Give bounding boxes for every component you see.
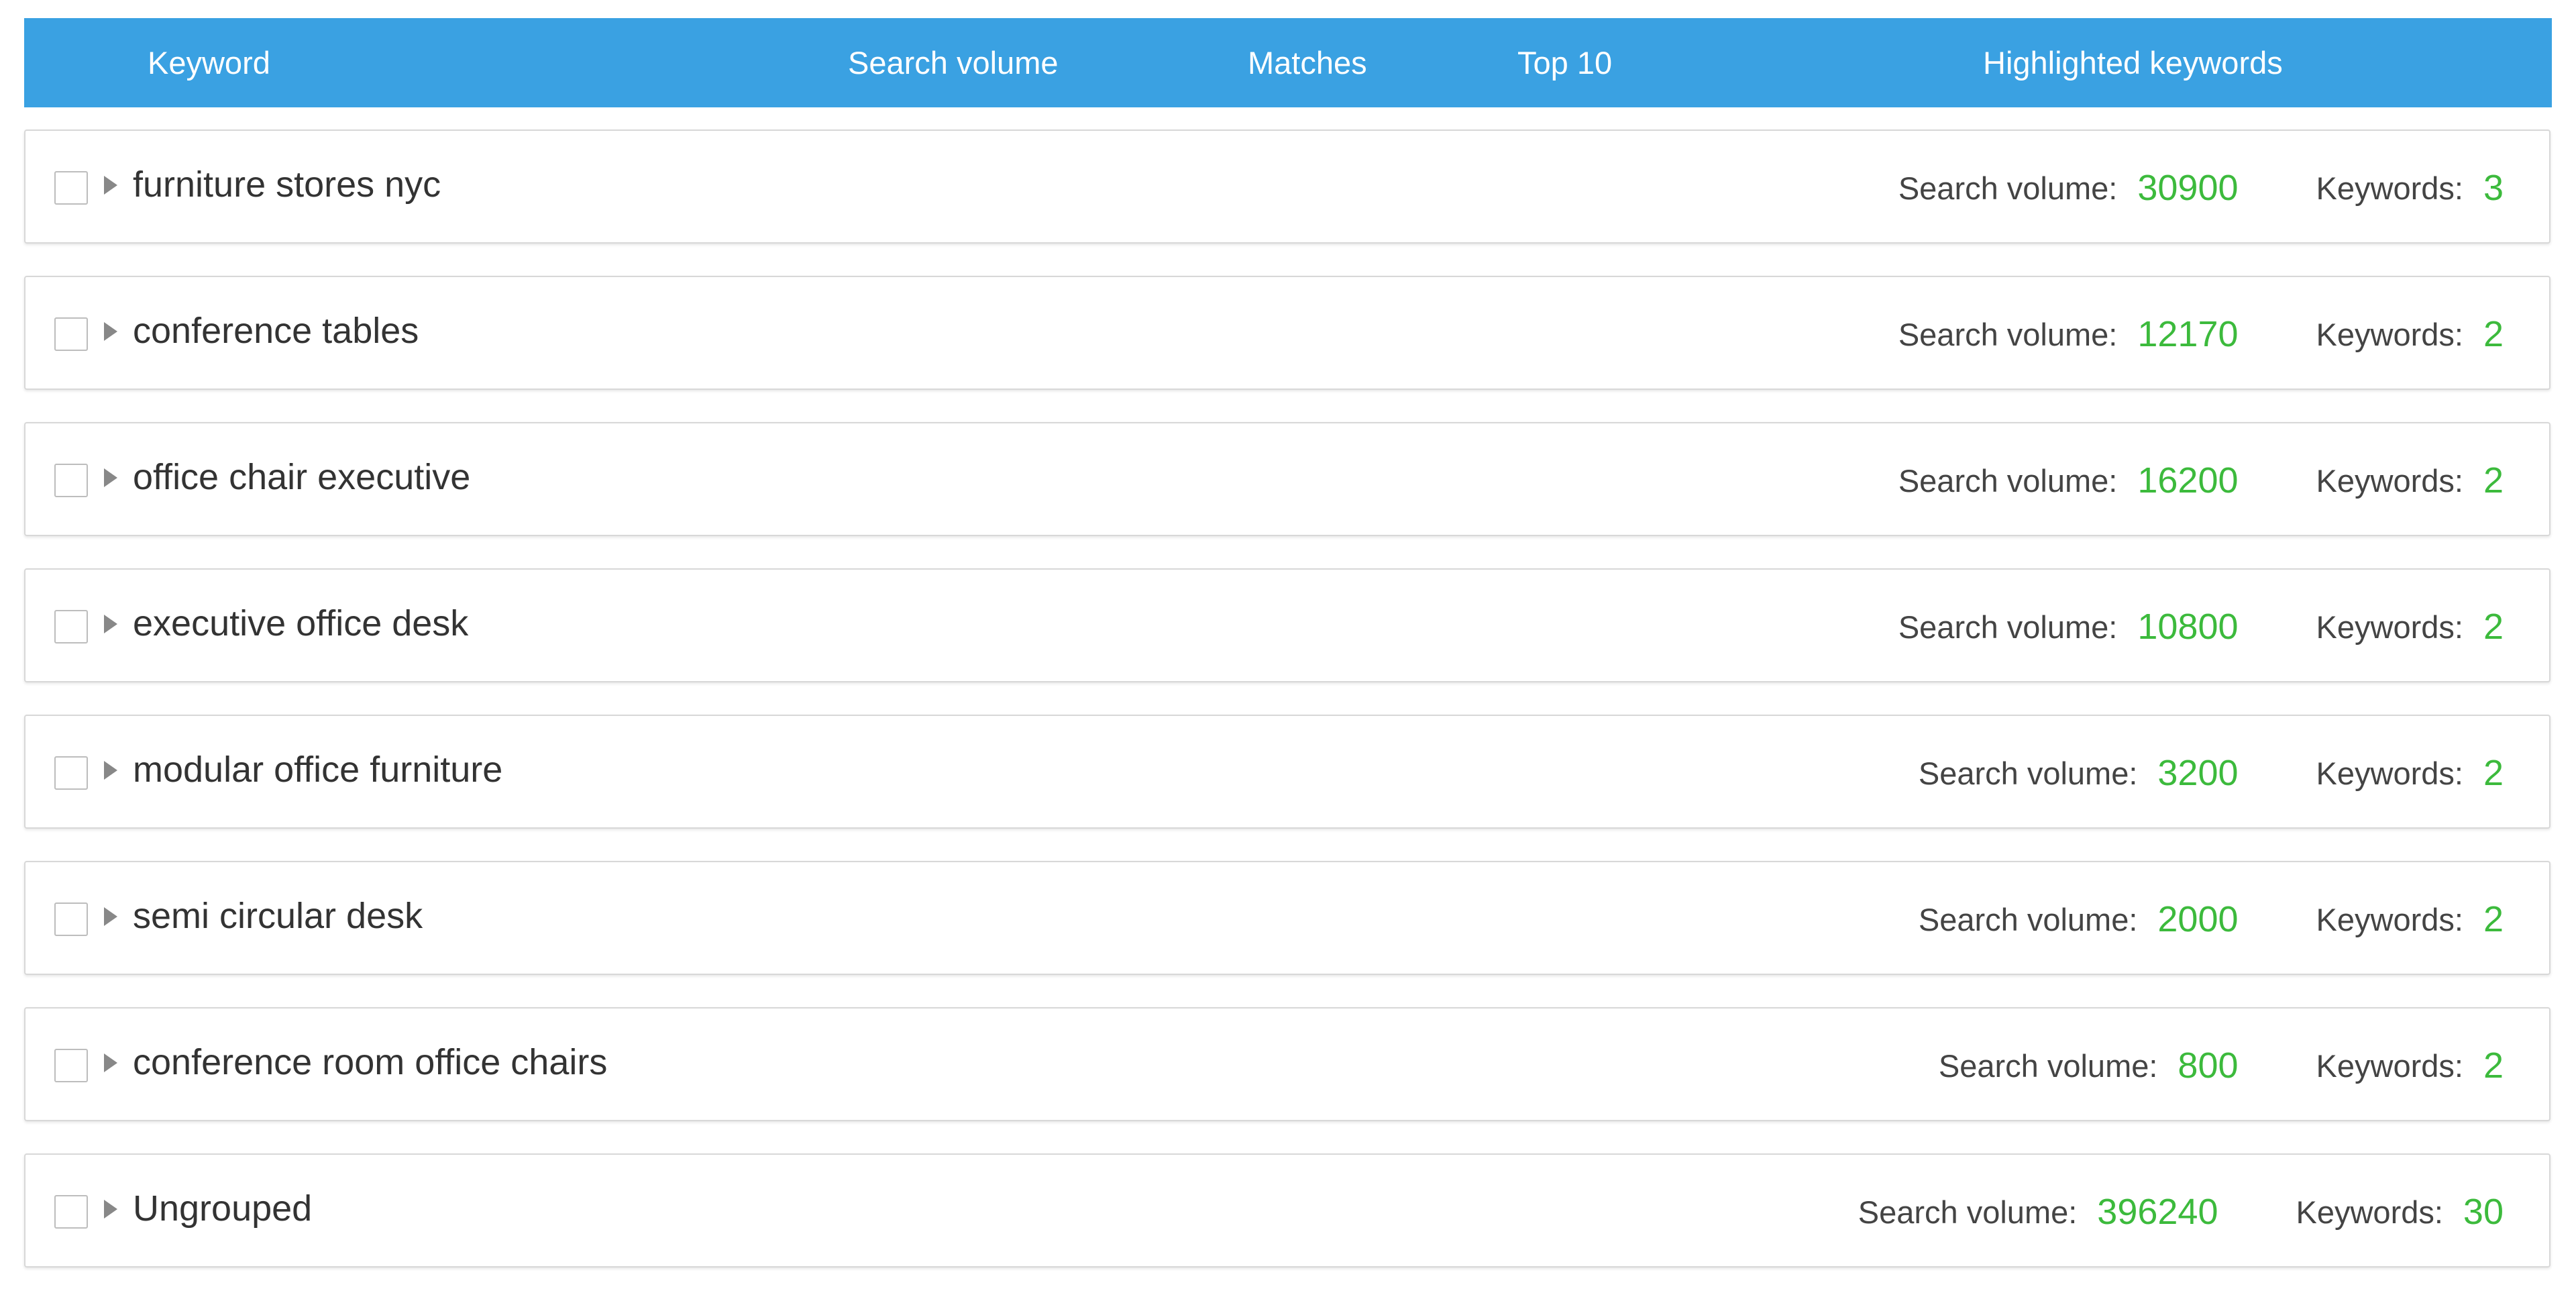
- column-header-highlighted-keywords[interactable]: Highlighted keywords: [1983, 18, 2283, 107]
- row-checkbox[interactable]: [54, 317, 88, 351]
- group-name[interactable]: semi circular desk: [133, 889, 423, 943]
- expand-caret-icon[interactable]: [104, 468, 117, 487]
- keywords-label: Keywords:: [2296, 1194, 2443, 1230]
- table-header: Keyword Search volume Matches Top 10 Hig…: [24, 18, 2552, 107]
- column-header-search-volume[interactable]: Search volume: [848, 18, 1059, 107]
- group-name[interactable]: furniture stores nyc: [133, 158, 441, 211]
- row-checkbox[interactable]: [54, 171, 88, 205]
- expand-caret-icon[interactable]: [104, 322, 117, 341]
- search-volume-value: 16200: [2137, 460, 2239, 501]
- search-volume-value: 2000: [2157, 899, 2239, 939]
- group-stats: Search volume: 12170 Keywords: 2: [1898, 304, 2504, 364]
- search-volume-label: Search volume:: [1918, 901, 2138, 937]
- search-volume-label: Search volume:: [1938, 1047, 2158, 1084]
- group-name[interactable]: modular office furniture: [133, 743, 502, 796]
- search-volume-label: Search volume:: [1898, 609, 2118, 645]
- keywords-count: 2: [2483, 460, 2504, 501]
- search-volume-value: 30900: [2137, 168, 2239, 208]
- row-checkbox[interactable]: [54, 902, 88, 936]
- expand-caret-icon[interactable]: [104, 176, 117, 195]
- keyword-group-row[interactable]: conference tables Search volume: 12170 K…: [24, 276, 2551, 390]
- search-volume-label: Search volume:: [1918, 755, 2138, 791]
- group-stats: Search volume: 30900 Keywords: 3: [1898, 158, 2504, 218]
- search-volume-value: 396240: [2097, 1192, 2218, 1232]
- column-header-keyword[interactable]: Keyword: [148, 18, 270, 107]
- expand-caret-icon[interactable]: [104, 761, 117, 780]
- keyword-group-row[interactable]: Ungrouped Search volume: 396240 Keywords…: [24, 1153, 2551, 1268]
- keywords-label: Keywords:: [2316, 462, 2463, 499]
- keywords-count: 2: [2483, 314, 2504, 354]
- row-checkbox[interactable]: [54, 756, 88, 790]
- keywords-count: 30: [2463, 1192, 2504, 1232]
- column-header-top10[interactable]: Top 10: [1517, 18, 1612, 107]
- keywords-label: Keywords:: [2316, 755, 2463, 791]
- group-stats: Search volume: 2000 Keywords: 2: [1919, 889, 2504, 949]
- group-name[interactable]: office chair executive: [133, 450, 470, 504]
- keyword-group-row[interactable]: executive office desk Search volume: 108…: [24, 568, 2551, 682]
- group-name[interactable]: Ungrouped: [133, 1182, 312, 1235]
- search-volume-label: Search volume:: [1858, 1194, 2078, 1230]
- expand-caret-icon[interactable]: [104, 615, 117, 633]
- row-checkbox[interactable]: [54, 1195, 88, 1229]
- group-name[interactable]: conference room office chairs: [133, 1035, 607, 1089]
- keywords-count: 2: [2483, 753, 2504, 793]
- row-checkbox[interactable]: [54, 1049, 88, 1082]
- keywords-label: Keywords:: [2316, 316, 2463, 352]
- keywords-label: Keywords:: [2316, 1047, 2463, 1084]
- search-volume-label: Search volume:: [1898, 462, 2118, 499]
- search-volume-value: 800: [2178, 1045, 2239, 1086]
- keywords-count: 3: [2483, 168, 2504, 208]
- group-stats: Search volume: 800 Keywords: 2: [1939, 1035, 2504, 1096]
- search-volume-value: 12170: [2137, 314, 2239, 354]
- keyword-groups-panel: Keyword Search volume Matches Top 10 Hig…: [0, 0, 2576, 1291]
- group-name[interactable]: executive office desk: [133, 597, 468, 650]
- keywords-label: Keywords:: [2316, 609, 2463, 645]
- keyword-group-row[interactable]: modular office furniture Search volume: …: [24, 715, 2551, 829]
- group-stats: Search volume: 3200 Keywords: 2: [1919, 743, 2504, 803]
- keyword-group-row[interactable]: semi circular desk Search volume: 2000 K…: [24, 861, 2551, 975]
- search-volume-value: 3200: [2157, 753, 2239, 793]
- group-stats: Search volume: 10800 Keywords: 2: [1898, 597, 2504, 657]
- keyword-group-row[interactable]: office chair executive Search volume: 16…: [24, 422, 2551, 536]
- group-name[interactable]: conference tables: [133, 304, 419, 358]
- keywords-label: Keywords:: [2316, 901, 2463, 937]
- keywords-count: 2: [2483, 899, 2504, 939]
- expand-caret-icon[interactable]: [104, 1053, 117, 1072]
- row-checkbox[interactable]: [54, 464, 88, 497]
- group-stats: Search volume: 396240 Keywords: 30: [1858, 1182, 2504, 1242]
- search-volume-value: 10800: [2137, 607, 2239, 647]
- search-volume-label: Search volume:: [1898, 316, 2118, 352]
- keywords-count: 2: [2483, 1045, 2504, 1086]
- column-header-matches[interactable]: Matches: [1248, 18, 1367, 107]
- search-volume-label: Search volume:: [1898, 170, 2118, 206]
- keyword-group-row[interactable]: furniture stores nyc Search volume: 3090…: [24, 130, 2551, 244]
- keywords-label: Keywords:: [2316, 170, 2463, 206]
- group-stats: Search volume: 16200 Keywords: 2: [1898, 450, 2504, 511]
- row-checkbox[interactable]: [54, 610, 88, 643]
- expand-caret-icon[interactable]: [104, 1200, 117, 1219]
- keywords-count: 2: [2483, 607, 2504, 647]
- expand-caret-icon[interactable]: [104, 907, 117, 926]
- keyword-group-row[interactable]: conference room office chairs Search vol…: [24, 1007, 2551, 1121]
